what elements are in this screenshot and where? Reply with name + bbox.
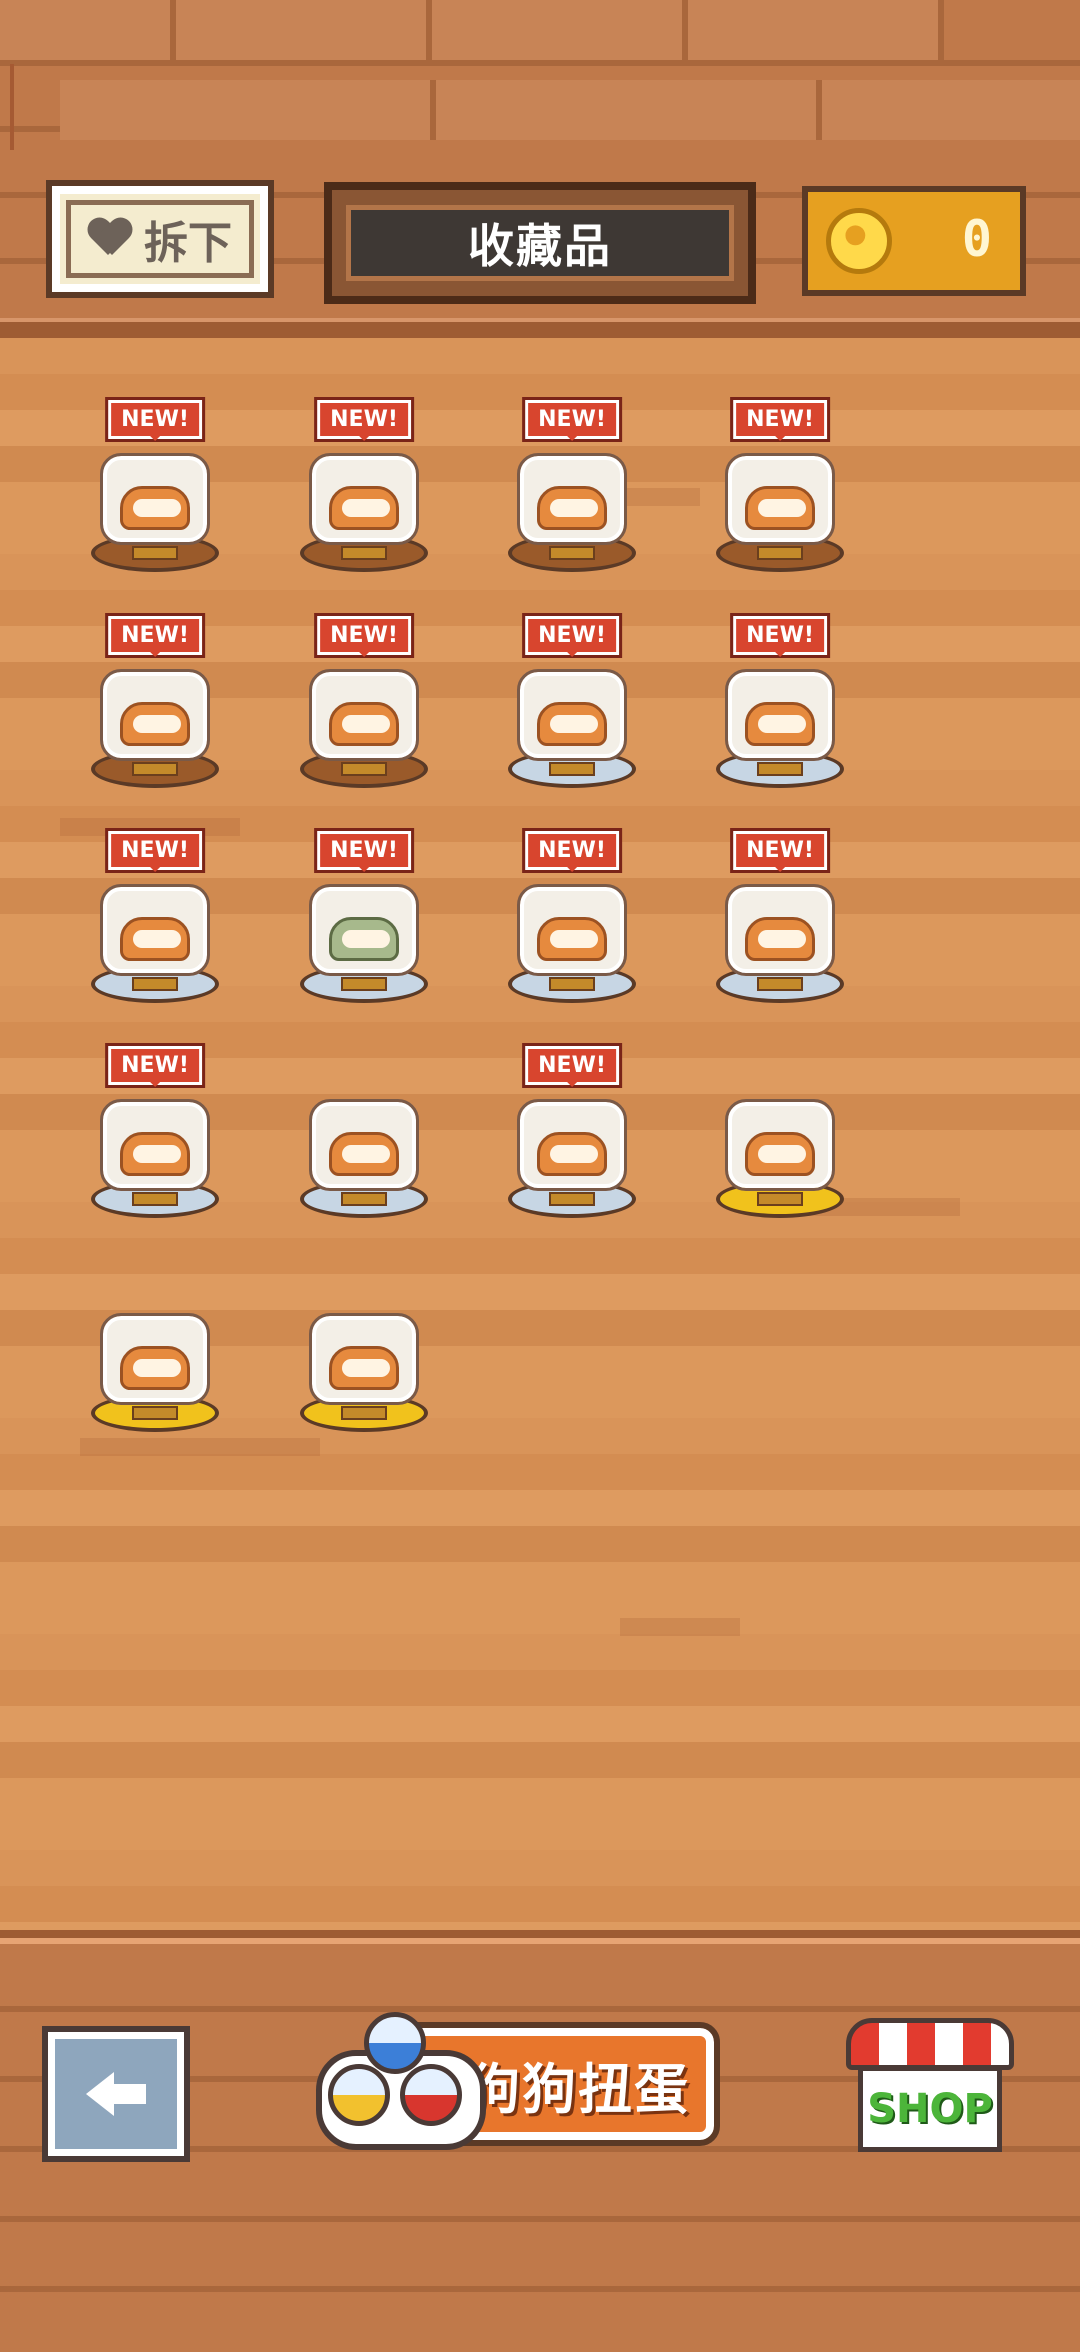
- dog-on-red-chair-icon: [517, 669, 627, 761]
- arrow-left-icon: [86, 2072, 146, 2116]
- new-badge: NEW!: [105, 397, 205, 442]
- collectible-item[interactable]: NEW!: [502, 828, 642, 1003]
- dog-with-stove-icon: [517, 884, 627, 976]
- dog-with-cactus-icon: [517, 453, 627, 545]
- scroll-indicator: [10, 64, 14, 150]
- collectible-item[interactable]: NEW!: [710, 613, 850, 788]
- new-badge: NEW!: [730, 397, 830, 442]
- dog-with-skewer-icon: [309, 1099, 419, 1191]
- collectible-item[interactable]: [294, 1058, 434, 1218]
- name-plate: [341, 546, 387, 560]
- name-plate: [132, 1406, 178, 1420]
- wardrobe-icon: [725, 453, 835, 545]
- name-plate: [549, 762, 595, 776]
- new-badge: NEW!: [314, 397, 414, 442]
- new-badge: NEW!: [522, 828, 622, 873]
- collectible-item[interactable]: NEW!: [502, 1043, 642, 1218]
- dog-gacha-button[interactable]: 狗狗扭蛋: [316, 2000, 720, 2156]
- back-button[interactable]: [42, 2026, 190, 2162]
- new-badge: NEW!: [105, 828, 205, 873]
- round-window-icon: [725, 669, 835, 761]
- name-plate: [132, 1192, 178, 1206]
- collectible-item[interactable]: NEW!: [294, 397, 434, 572]
- new-badge: NEW!: [314, 828, 414, 873]
- dog-with-table-icon: [100, 1099, 210, 1191]
- name-plate: [341, 977, 387, 991]
- new-badge: NEW!: [522, 1043, 622, 1088]
- name-plate: [757, 546, 803, 560]
- name-plate: [757, 762, 803, 776]
- dog-on-cushion-icon: [309, 1313, 419, 1405]
- collectible-item[interactable]: NEW!: [85, 1043, 225, 1218]
- capsule-icon: [328, 2064, 390, 2126]
- coin-count: 0: [961, 210, 992, 268]
- new-badge: NEW!: [314, 613, 414, 658]
- remove-label: 拆下: [144, 218, 232, 269]
- page-title-board: 收藏品: [324, 182, 756, 304]
- dog-lying-figure-icon: [100, 453, 210, 545]
- new-badge: NEW!: [105, 1043, 205, 1088]
- new-badge: NEW!: [522, 613, 622, 658]
- name-plate: [549, 546, 595, 560]
- collectible-item[interactable]: NEW!: [294, 613, 434, 788]
- dog-with-food-bowl-icon: [309, 453, 419, 545]
- name-plate: [549, 977, 595, 991]
- collectible-item[interactable]: NEW!: [710, 828, 850, 1003]
- collectible-item[interactable]: NEW!: [710, 397, 850, 572]
- name-plate: [132, 977, 178, 991]
- shop-label: SHOP: [867, 2086, 993, 2132]
- shop-button[interactable]: SHOP: [846, 2018, 1014, 2154]
- dog-on-armchair-icon: [100, 884, 210, 976]
- collectible-item[interactable]: NEW!: [85, 397, 225, 572]
- doorway-icon: [725, 1099, 835, 1191]
- new-badge: NEW!: [522, 397, 622, 442]
- name-plate: [132, 762, 178, 776]
- name-plate: [341, 762, 387, 776]
- shop-awning-icon: [846, 2018, 1014, 2070]
- collectible-item[interactable]: NEW!: [502, 613, 642, 788]
- plant-on-table-icon: [100, 669, 210, 761]
- heart-icon: [88, 219, 132, 259]
- dog-with-marbles-icon: [517, 1099, 627, 1191]
- collectible-item[interactable]: [85, 1272, 225, 1432]
- new-badge: NEW!: [730, 613, 830, 658]
- dog-with-teapot-icon: [100, 1313, 210, 1405]
- name-plate: [341, 1406, 387, 1420]
- new-badge: NEW!: [105, 613, 205, 658]
- coin-counter: 0: [802, 186, 1026, 296]
- boy-with-dog-icon: [725, 884, 835, 976]
- collectible-item[interactable]: NEW!: [502, 397, 642, 572]
- name-plate: [757, 977, 803, 991]
- name-plate: [757, 1192, 803, 1206]
- capsule-icon: [400, 2064, 462, 2126]
- capsule-icon: [364, 2012, 426, 2074]
- collectible-item[interactable]: NEW!: [294, 828, 434, 1003]
- collectible-item[interactable]: NEW!: [85, 613, 225, 788]
- collectible-item[interactable]: [294, 1272, 434, 1432]
- dog-with-red-hat-icon: [309, 669, 419, 761]
- name-plate: [549, 1192, 595, 1206]
- gacha-label: 狗狗扭蛋: [466, 2057, 690, 2121]
- collectible-item[interactable]: NEW!: [85, 828, 225, 1003]
- page-title: 收藏品: [468, 219, 612, 273]
- name-plate: [341, 1192, 387, 1206]
- paw-coin-icon: [826, 208, 892, 274]
- green-cat-icon: [309, 884, 419, 976]
- remove-button[interactable]: 拆下: [46, 180, 274, 298]
- new-badge: NEW!: [730, 828, 830, 873]
- collectible-item[interactable]: [710, 1058, 850, 1218]
- name-plate: [132, 546, 178, 560]
